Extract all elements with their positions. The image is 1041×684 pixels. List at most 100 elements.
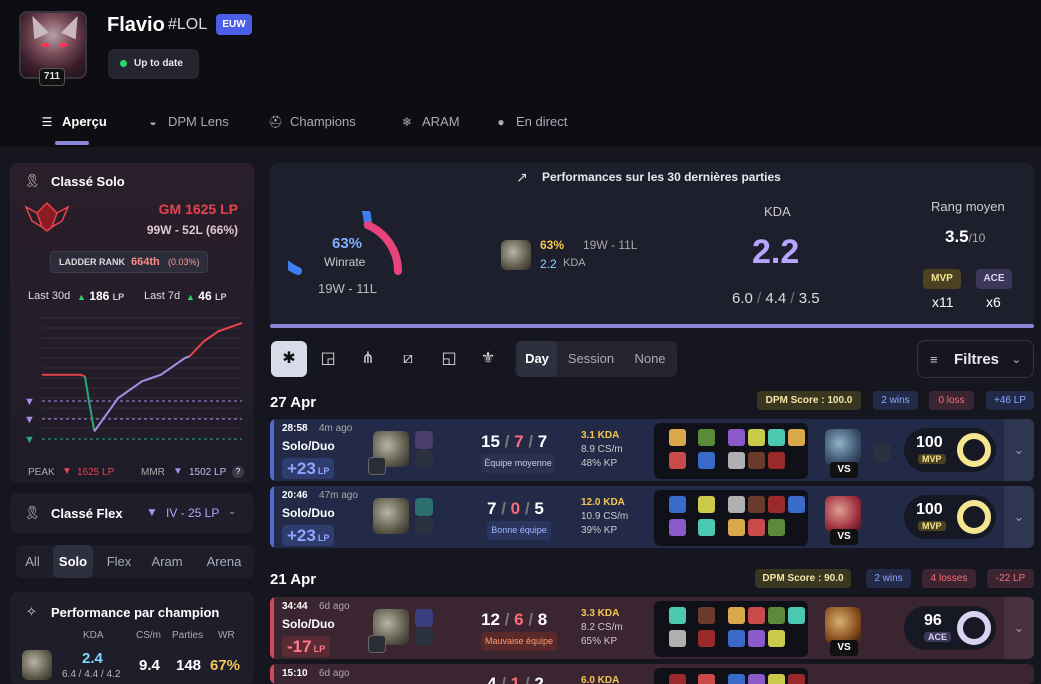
item-icon[interactable] (768, 519, 785, 536)
summoner-spell-icon[interactable] (669, 519, 686, 536)
opponent-portrait[interactable] (825, 429, 861, 465)
chevron-down-icon: ⌄ (1011, 354, 1021, 366)
match-row[interactable]: 15:10 6d ago 4 / 1 / 2 6.0 KDA (270, 664, 1034, 684)
role-top-icon (368, 635, 386, 653)
summoner-spell-icon[interactable] (669, 630, 686, 647)
match-lp: -17 LP (282, 636, 331, 657)
item-icon[interactable] (748, 429, 765, 446)
champion-portrait[interactable] (22, 650, 52, 680)
group-session[interactable]: Session (561, 341, 621, 377)
match-score: 96 ACE (904, 606, 996, 650)
summoner-spell-icon[interactable] (669, 452, 686, 469)
tab-aram[interactable]: ❄ ARAM (400, 104, 460, 140)
item-icon[interactable] (748, 674, 765, 684)
ranked-flex-card[interactable]: 🎗 Classé Flex ▼ IV - 25 LP ⌄ (10, 493, 254, 533)
item-icon[interactable] (788, 429, 805, 446)
item-icon[interactable] (768, 607, 785, 624)
mmr-help-icon[interactable]: ? (232, 466, 244, 478)
summoner-spell-icon[interactable] (698, 519, 715, 536)
item-icon[interactable] (748, 630, 765, 647)
match-row[interactable]: 34:44 6d ago Solo/Duo -17 LP 12 / 6 / 8 M… (270, 597, 1034, 659)
summoner-spell-icon[interactable] (698, 452, 715, 469)
summoner-spell-icon[interactable] (698, 607, 715, 624)
support-icon[interactable]: ⚜ (470, 341, 506, 377)
expand-chevron-icon[interactable]: ⌄ (1004, 597, 1034, 659)
group-day[interactable]: Day (517, 341, 557, 377)
lp-series-line (42, 373, 86, 378)
profile-nav: ☰ Aperçu ◒ DPM Lens ⛑ Champions ❄ ARAM ● En d… (0, 104, 600, 144)
mid-icon[interactable]: ⧄ (390, 341, 426, 377)
match-row[interactable]: 28:58 4m ago Solo/Duo +23 LP 15 / 7 / 7 É… (270, 419, 1034, 481)
opponent-portrait[interactable] (825, 607, 861, 643)
match-lp: +23 LP (282, 458, 335, 479)
rune-icon (415, 450, 433, 468)
match-row[interactable]: 20:46 47m ago Solo/Duo +23 LP 7 / 0 / 5 B… (270, 486, 1034, 548)
item-icon[interactable] (788, 674, 805, 684)
group-none[interactable]: None (625, 341, 675, 377)
update-status-button[interactable]: Up to date (108, 49, 199, 79)
tab-all[interactable]: All (16, 545, 49, 578)
summoner-spell-icon[interactable] (698, 674, 715, 684)
summoner-spell-icon[interactable] (669, 429, 686, 446)
item-icon[interactable] (768, 452, 785, 469)
tab-flex[interactable]: Flex (98, 545, 140, 578)
item-icon[interactable] (748, 452, 765, 469)
summoner-spell-icon[interactable] (698, 496, 715, 513)
ranked-flex-title: Classé Flex (51, 506, 123, 521)
ace-count: x6 (986, 294, 1001, 310)
top-champion-portrait[interactable] (501, 240, 531, 270)
expand-chevron-icon[interactable]: ⌄ (1004, 486, 1034, 548)
tab-champions[interactable]: ⛑ Champions (268, 104, 356, 140)
match-kda: 7 / 0 / 5 (487, 499, 544, 518)
item-icon[interactable] (748, 519, 765, 536)
item-icon[interactable] (788, 496, 805, 513)
items-block (654, 490, 808, 546)
item-icon[interactable] (728, 674, 745, 684)
item-icon[interactable] (728, 630, 745, 647)
match-kda: 4 / 1 / 2 (487, 674, 544, 684)
match-score: 100 MVP (904, 495, 996, 539)
item-icon[interactable] (728, 519, 745, 536)
item-icon[interactable] (728, 452, 745, 469)
ranked-solo-card: 🎗 Classé Solo GM 1625 LP 99W - 52L (66%)… (10, 163, 254, 483)
item-icon[interactable] (768, 496, 785, 513)
bot-icon[interactable]: ◱ (431, 341, 467, 377)
tab-apercu[interactable]: ☰ Aperçu (40, 104, 107, 140)
tab-arena[interactable]: Arena (196, 545, 252, 578)
tab-dpm-lens[interactable]: ◒ DPM Lens (146, 104, 228, 140)
tab-aram[interactable]: Aram (144, 545, 190, 578)
item-icon[interactable] (768, 674, 785, 684)
top-champion-wr: 63% (540, 238, 565, 252)
match-ago: 4m ago (319, 423, 353, 434)
item-icon[interactable] (728, 607, 745, 624)
item-icon[interactable] (748, 607, 765, 624)
opponent-portrait[interactable] (825, 496, 861, 532)
active-tab-indicator (55, 141, 89, 145)
sparkle-wand-icon: ✧ (26, 604, 37, 619)
expand-chevron-icon[interactable]: ⌄ (1004, 419, 1034, 481)
champion-portrait[interactable] (373, 498, 409, 534)
top-icon[interactable]: ◲ (310, 341, 346, 377)
match-duration: 28:58 (282, 423, 308, 434)
ribbon-icon: 🎗 (24, 505, 41, 520)
all-roles-icon[interactable]: ✱ (271, 341, 307, 377)
winrate-pct: 63% (332, 235, 363, 252)
item-icon[interactable] (768, 630, 785, 647)
tab-solo[interactable]: Solo (53, 545, 93, 578)
item-icon[interactable] (748, 496, 765, 513)
filters-button[interactable]: ≡ Filtres ⌄ (917, 340, 1034, 378)
score-ring (957, 433, 991, 467)
summoner-spell-icon[interactable] (669, 674, 686, 684)
summoner-spell-icon[interactable] (669, 496, 686, 513)
item-icon[interactable] (728, 429, 745, 446)
tab-en-direct[interactable]: ● En direct (494, 104, 567, 140)
summoner-spell-icon[interactable] (698, 630, 715, 647)
dot-icon: ● (497, 115, 505, 129)
item-icon[interactable] (768, 429, 785, 446)
summoner-spell-icon[interactable] (698, 429, 715, 446)
item-icon[interactable] (788, 607, 805, 624)
mvp-badge: MVP (923, 269, 961, 289)
summoner-spell-icon[interactable] (669, 607, 686, 624)
jungle-icon[interactable]: ⋔ (350, 341, 386, 377)
item-icon[interactable] (728, 496, 745, 513)
